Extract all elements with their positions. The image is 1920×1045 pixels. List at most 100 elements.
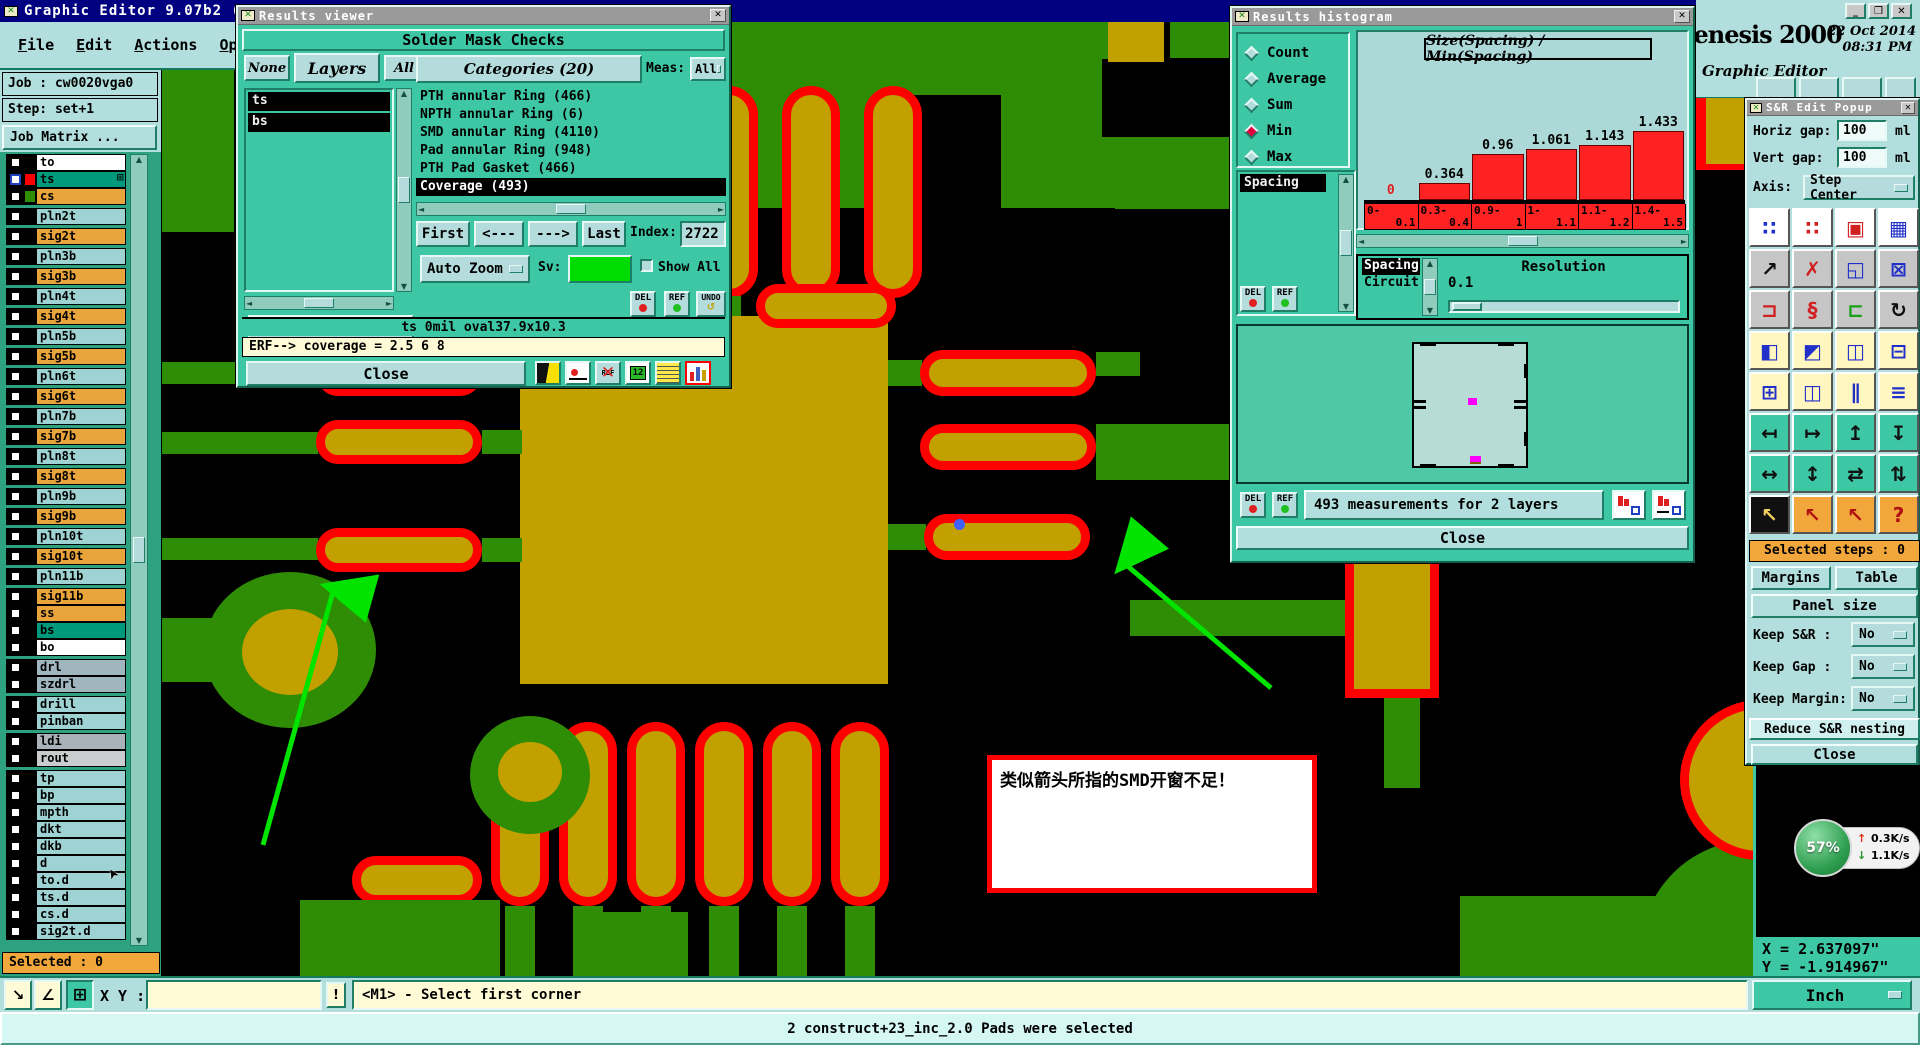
- layer-checkbox[interactable]: [9, 231, 21, 242]
- mode-item-spacing[interactable]: Spacing: [1362, 258, 1420, 275]
- measure-scrollbar[interactable]: ▲ ▼: [1338, 174, 1354, 312]
- layer-row-pln2t[interactable]: pln2t: [6, 208, 126, 225]
- sr-justify-left-icon[interactable]: ↤: [1749, 413, 1790, 452]
- sr-select-help-icon[interactable]: ?: [1878, 495, 1919, 534]
- pages-icon[interactable]: 12: [625, 361, 651, 385]
- index-field[interactable]: 2722: [680, 221, 726, 247]
- layer-row-cs[interactable]: cs: [6, 188, 126, 205]
- layer-row-szdrl[interactable]: szdrl: [6, 676, 126, 693]
- histogram-icon[interactable]: [685, 361, 711, 385]
- layer-row-sig9b[interactable]: sig9b: [6, 508, 126, 525]
- sr-align-middle-icon[interactable]: ◫: [1835, 331, 1876, 370]
- del-button[interactable]: DEL: [1240, 492, 1266, 518]
- sr-rotate-step-icon[interactable]: ↻: [1878, 290, 1919, 329]
- layer-row-dkt[interactable]: dkt: [6, 821, 126, 838]
- layer-row-sig3b[interactable]: sig3b: [6, 268, 126, 285]
- layer-checkbox[interactable]: [9, 251, 21, 262]
- layer-checkbox[interactable]: [9, 699, 21, 710]
- layer-checkbox[interactable]: [9, 411, 21, 422]
- layer-checkbox[interactable]: [9, 571, 21, 582]
- sr-swap-steps-icon[interactable]: ◱: [1835, 249, 1876, 288]
- meas-dropdown[interactable]: All: [690, 57, 726, 81]
- minimize-button[interactable]: _: [1845, 3, 1866, 19]
- sr-align-left-icon[interactable]: ◧: [1749, 331, 1790, 370]
- alert-button[interactable]: !: [326, 982, 346, 1008]
- ref-off-icon[interactable]: REF ✕: [595, 361, 621, 385]
- sr-move-delete-icon[interactable]: ✗: [1792, 249, 1833, 288]
- del-button[interactable]: DEL: [1240, 286, 1266, 312]
- layer-row-ts.d[interactable]: ts.d: [6, 889, 126, 906]
- viewer-layer-scrollbar[interactable]: ▲ ▼: [396, 88, 412, 292]
- histogram-close-button[interactable]: Close: [1236, 526, 1689, 550]
- layer-row-bo[interactable]: bo: [6, 639, 126, 656]
- layer-checkbox[interactable]: [9, 892, 21, 903]
- scroll-up-icon[interactable]: ▲: [136, 155, 142, 164]
- radio-diamond-icon[interactable]: [1243, 45, 1260, 61]
- layer-checkbox[interactable]: [9, 174, 21, 185]
- category-list[interactable]: PTH annular Ring (466) NPTH annular Ring …: [416, 88, 726, 200]
- layer-checkbox[interactable]: [9, 790, 21, 801]
- layer-row-pln7b[interactable]: pln7b: [6, 408, 126, 425]
- mode-scrollbar[interactable]: ▲ ▼: [1422, 258, 1438, 316]
- stat-radio-count[interactable]: Count: [1243, 40, 1348, 66]
- layer-row-rout[interactable]: rout: [6, 750, 126, 767]
- layer-checkbox[interactable]: [9, 773, 21, 784]
- layer-row-sig4t[interactable]: sig4t: [6, 308, 126, 325]
- layer-checkbox[interactable]: [9, 807, 21, 818]
- category-item[interactable]: Coverage (493): [416, 178, 726, 196]
- axis-dropdown[interactable]: Step Center: [1803, 173, 1915, 203]
- sr-popup-titlebar[interactable]: ✕ S&R Edit Popup ✕: [1747, 100, 1918, 116]
- results-viewer-window[interactable]: ✕ Results viewer ✕ Solder Mask Checks No…: [235, 4, 732, 389]
- layer-checkbox[interactable]: [9, 471, 21, 482]
- close-icon[interactable]: ✕: [1674, 10, 1690, 23]
- measure-item-spacing[interactable]: Spacing: [1240, 174, 1326, 192]
- mode-list[interactable]: Spacing Circuit: [1362, 258, 1420, 316]
- sr-align-center-icon[interactable]: ⊟: [1878, 331, 1919, 370]
- sr-mirror-color-icon[interactable]: ⊏: [1835, 290, 1876, 329]
- sr-select-cursor-icon[interactable]: ↖: [1749, 495, 1790, 534]
- first-button[interactable]: First: [416, 221, 470, 247]
- layer-checkbox[interactable]: [9, 608, 21, 619]
- viewer-layer-bs[interactable]: bs: [248, 113, 390, 132]
- layer-checkbox[interactable]: [9, 625, 21, 636]
- sr-justify-right-icon[interactable]: ↦: [1792, 413, 1833, 452]
- layer-row-dkb[interactable]: dkb: [6, 838, 126, 855]
- undo-button[interactable]: UNDO ↺: [696, 291, 726, 317]
- layer-checkbox[interactable]: [9, 679, 21, 690]
- layer-checkbox[interactable]: [9, 311, 21, 322]
- layer-checkbox[interactable]: [9, 875, 21, 886]
- layer-checkbox[interactable]: [9, 491, 21, 502]
- layer-row-mpth[interactable]: mpth: [6, 804, 126, 821]
- layer-row-sig2t[interactable]: sig2t: [6, 228, 126, 245]
- next-button[interactable]: --->: [528, 221, 578, 247]
- layer-row-bp[interactable]: bp: [6, 787, 126, 804]
- layer-checkbox[interactable]: [9, 371, 21, 382]
- layer-checkbox[interactable]: [9, 841, 21, 852]
- layer-checkbox[interactable]: [9, 824, 21, 835]
- radio-diamond-icon[interactable]: [1243, 123, 1260, 139]
- close-icon[interactable]: ✕: [1901, 101, 1915, 114]
- keep-margin-dropdown[interactable]: No: [1851, 686, 1915, 711]
- filter-layers-button[interactable]: Layers: [294, 53, 380, 83]
- layer-row-bs[interactable]: bs: [6, 622, 126, 639]
- layer-checkbox[interactable]: [9, 191, 21, 202]
- export-chart-button[interactable]: [1612, 490, 1646, 520]
- keep-sr-dropdown[interactable]: No: [1851, 622, 1915, 647]
- del-button[interactable]: DEL: [630, 291, 656, 317]
- layer-checkbox[interactable]: [9, 531, 21, 542]
- auto-zoom-dropdown[interactable]: Auto Zoom: [420, 255, 530, 283]
- layer-checkbox[interactable]: [9, 662, 21, 673]
- layer-row-sig11b[interactable]: sig11b: [6, 588, 126, 605]
- layer-row-pln4t[interactable]: pln4t: [6, 288, 126, 305]
- results-histogram-titlebar[interactable]: ✕ Results histogram ✕: [1232, 8, 1693, 26]
- layer-checkbox[interactable]: [9, 331, 21, 342]
- radio-diamond-icon[interactable]: [1243, 71, 1260, 87]
- stat-radio-min[interactable]: Min: [1243, 118, 1348, 144]
- mode-item-circuit[interactable]: Circuit: [1362, 275, 1420, 292]
- results-viewer-titlebar[interactable]: ✕ Results viewer ✕: [238, 7, 729, 25]
- report-icon[interactable]: [655, 361, 681, 385]
- layer-row-cs.d[interactable]: cs.d: [6, 906, 126, 923]
- sr-distribute-cols-icon[interactable]: ∥: [1835, 372, 1876, 411]
- layer-row-drl[interactable]: drl: [6, 659, 126, 676]
- results-histogram-window[interactable]: ✕ Results histogram ✕ Count Average Sum Min…: [1229, 5, 1696, 564]
